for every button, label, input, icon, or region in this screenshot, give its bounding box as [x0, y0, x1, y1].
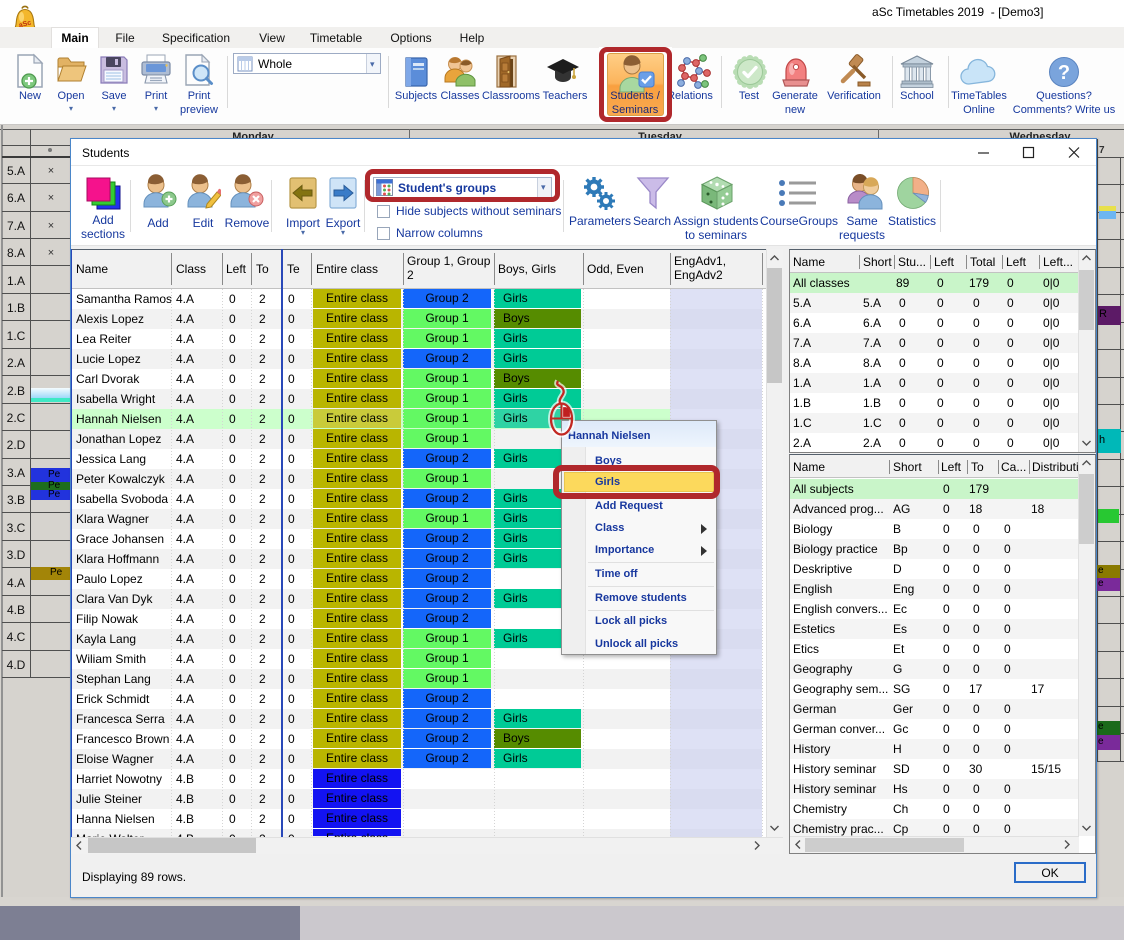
svg-text:?: ?: [1058, 62, 1070, 84]
